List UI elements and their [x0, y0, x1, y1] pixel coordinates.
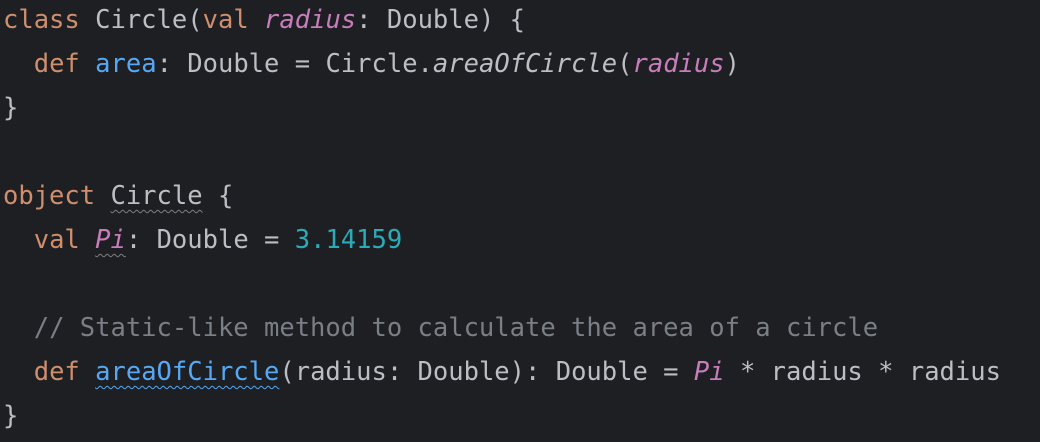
code-line[interactable]	[0, 266, 1040, 310]
code-token-ident: Circle	[95, 5, 188, 35]
code-token-keyword: def	[33, 49, 96, 79]
code-token-plain: * radius * radius	[724, 357, 1001, 387]
code-line[interactable]: def areaOfCircle(radius: Double): Double…	[0, 354, 1040, 398]
code-token-plain: : Double = Circle.	[156, 49, 433, 79]
code-token-param: radius	[632, 49, 725, 79]
code-token-comment: // Static-like method to calculate the a…	[33, 313, 879, 343]
code-token-keyword: val	[202, 5, 265, 35]
code-token-keyword: def	[33, 357, 96, 387]
code-token-plain: }	[3, 93, 19, 123]
code-line[interactable]: }	[0, 398, 1040, 442]
code-token-keyword: val	[33, 225, 96, 255]
code-token-keyword: object	[3, 181, 111, 211]
code-line[interactable]: def area: Double = Circle.areaOfCircle(r…	[0, 46, 1040, 90]
code-token-keyword: class	[3, 5, 96, 35]
code-token-number: 3.14159	[294, 225, 403, 255]
code-token-func: areaOfCircle	[95, 357, 280, 387]
code-token-static: areaOfCircle	[432, 49, 618, 79]
code-token-func: area	[95, 49, 157, 79]
code-token-plain: : Double =	[125, 225, 295, 255]
code-editor[interactable]: class Circle(val radius: Double) { def a…	[0, 0, 1040, 438]
code-token-param: radius	[264, 5, 357, 35]
code-line[interactable]: class Circle(val radius: Double) {	[0, 2, 1040, 46]
code-token-plain: : Double) {	[356, 5, 526, 35]
code-line[interactable]: object Circle {	[0, 178, 1040, 222]
code-token-plain: {	[202, 181, 234, 211]
code-line[interactable]: // Static-like method to calculate the a…	[0, 310, 1040, 354]
code-token-plain: }	[3, 401, 19, 431]
code-line[interactable]: }	[0, 90, 1040, 134]
code-line[interactable]: val Pi: Double = 3.14159	[0, 222, 1040, 266]
code-token-plain: )	[724, 49, 740, 79]
code-token-constant: Pi	[693, 357, 725, 387]
code-token-constant: Pi	[95, 225, 126, 255]
code-token-plain: (radius: Double): Double =	[279, 357, 694, 387]
code-token-ident: Circle	[110, 181, 203, 211]
code-token-plain: (	[617, 49, 633, 79]
code-line[interactable]	[0, 134, 1040, 178]
code-token-plain: (	[187, 5, 203, 35]
